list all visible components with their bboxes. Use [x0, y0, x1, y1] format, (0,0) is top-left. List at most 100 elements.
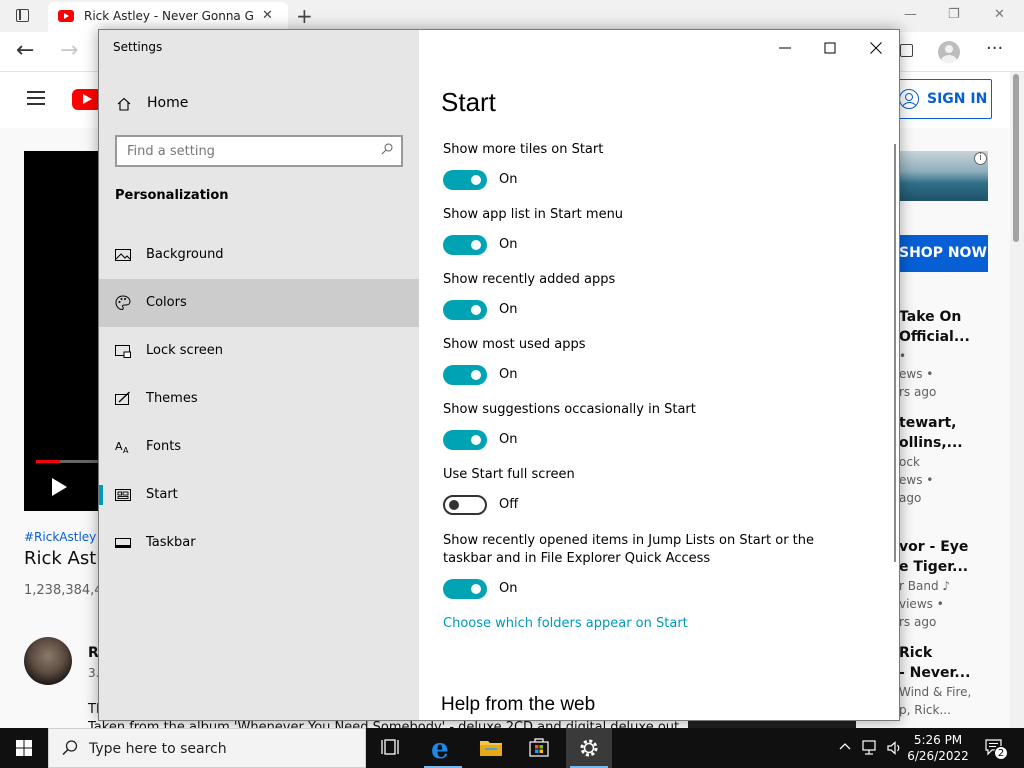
themes-icon — [115, 391, 130, 405]
toggle-switch[interactable] — [443, 430, 487, 450]
network-icon[interactable] — [862, 740, 880, 756]
nav-item-colors[interactable]: Colors — [99, 279, 419, 327]
clock-time[interactable]: 5:26 PM — [906, 733, 970, 747]
browser-restore-button[interactable]: ❐ — [948, 7, 960, 22]
edge-taskbar-button[interactable]: e — [420, 728, 466, 768]
start-button[interactable] — [0, 728, 48, 768]
youtube-favicon-icon — [58, 10, 74, 22]
recommendation-thumbnail[interactable] — [688, 720, 856, 728]
nav-item-background[interactable]: Background — [99, 231, 419, 279]
nav-item-lock-screen[interactable]: Lock screen — [99, 327, 419, 375]
setting-recently-added: Show recently added apps On — [443, 271, 883, 324]
toggle-switch[interactable] — [443, 170, 487, 190]
toggle-switch[interactable] — [443, 365, 487, 385]
nav-item-fonts[interactable]: A A Fonts — [99, 423, 419, 471]
nav-item-start[interactable]: Start — [99, 471, 419, 519]
search-icon — [62, 740, 78, 756]
search-input[interactable] — [117, 137, 367, 165]
recommendation-item[interactable]: Take On Official... • ews • rs ago — [899, 307, 999, 401]
toggle-switch[interactable] — [443, 300, 487, 320]
page-scrollbar-thumb[interactable] — [1013, 74, 1019, 242]
settings-search-box[interactable] — [115, 135, 403, 167]
setting-most-used: Show most used apps On — [443, 336, 883, 389]
edge-icon: e — [431, 732, 449, 765]
ad-info-icon[interactable]: i — [974, 152, 987, 165]
file-explorer-button[interactable] — [468, 728, 514, 768]
close-tab-icon[interactable]: ✕ — [262, 8, 273, 23]
setting-show-more-tiles: Show more tiles on Start On — [443, 141, 883, 194]
browser-close-button[interactable]: ✕ — [994, 7, 1005, 22]
sign-in-button[interactable]: SIGN IN — [888, 79, 992, 119]
setting-jump-lists: Show recently opened items in Jump Lists… — [443, 532, 863, 603]
taskbar-search-box[interactable]: Type here to search — [48, 728, 366, 768]
choose-folders-link[interactable]: Choose which folders appear on Start — [443, 616, 688, 631]
recommendation-item[interactable]: Rick - Never... Wind & Fire, p, Rick... — [899, 643, 999, 719]
speaker-icon[interactable] — [886, 740, 904, 756]
store-button[interactable] — [516, 728, 562, 768]
setting-suggestions: Show suggestions occasionally in Start O… — [443, 401, 883, 454]
shop-now-button[interactable]: SHOP NOW — [899, 235, 988, 272]
clock-date[interactable]: 6/26/2022 — [906, 749, 970, 763]
fonts-icon: A A — [115, 440, 129, 455]
page-title: Start — [441, 87, 496, 117]
maximize-icon[interactable] — [820, 38, 840, 58]
browser-tab[interactable]: Rick Astley - Never Gonna Give You Up ✕ — [48, 2, 288, 32]
folder-icon — [480, 741, 502, 756]
help-heading: Help from the web — [441, 694, 596, 715]
close-icon[interactable] — [866, 38, 886, 58]
window-title: Settings — [113, 40, 163, 54]
picture-icon — [115, 249, 131, 261]
browser-tab-bar: Rick Astley - Never Gonna Give You Up ✕ … — [0, 0, 1024, 32]
settings-window: Settings Home Personalization Background — [98, 29, 900, 721]
lock-screen-icon — [115, 345, 131, 358]
tab-actions-icon[interactable] — [10, 6, 34, 26]
profile-avatar[interactable] — [938, 41, 960, 63]
settings-taskbar-button[interactable] — [566, 728, 612, 768]
home-icon — [117, 97, 131, 111]
toggle-switch[interactable] — [443, 235, 487, 255]
search-icon[interactable] — [381, 143, 393, 155]
toggle-switch[interactable] — [443, 495, 487, 515]
start-icon — [115, 489, 131, 501]
settings-sidebar: Settings Home Personalization Background — [99, 30, 419, 720]
section-heading: Personalization — [115, 188, 229, 203]
palette-icon — [115, 295, 131, 311]
windows-logo-icon — [16, 740, 32, 756]
collections-icon[interactable] — [900, 44, 913, 57]
setting-show-app-list: Show app list in Start menu On — [443, 206, 883, 259]
video-progress-bar[interactable] — [36, 460, 104, 463]
home-label: Home — [147, 95, 189, 111]
hamburger-menu-icon[interactable] — [27, 91, 45, 105]
sign-in-label: SIGN IN — [927, 91, 988, 107]
recommendation-item[interactable]: tewart, ollins,... ock ews • ago — [899, 413, 999, 507]
recommendation-item[interactable]: vor - Eye e Tiger... r Band ♪ views • rs… — [899, 537, 999, 631]
settings-content: Start Show more tiles on Start On Show a… — [419, 30, 899, 720]
task-view-icon — [381, 739, 399, 755]
personalization-nav: Background Colors Lock screen Themes A A… — [99, 231, 419, 567]
browser-minimize-button[interactable]: — — [904, 7, 917, 22]
home-nav-item[interactable]: Home — [99, 84, 419, 124]
selected-indicator — [99, 485, 103, 505]
notification-count-badge: 2 — [994, 746, 1008, 760]
toggle-switch[interactable] — [443, 579, 487, 599]
user-circle-icon — [899, 89, 919, 109]
channel-avatar[interactable] — [24, 637, 72, 685]
nav-item-taskbar[interactable]: Taskbar — [99, 519, 419, 567]
more-options-button[interactable]: ··· — [986, 38, 1003, 59]
new-tab-button[interactable]: + — [296, 4, 313, 28]
setting-full-screen: Use Start full screen Off — [443, 466, 883, 519]
gear-icon — [580, 739, 598, 757]
task-view-button[interactable] — [370, 728, 416, 768]
forward-button[interactable]: → — [60, 38, 78, 63]
svg-text:A: A — [115, 440, 123, 453]
browser-tab-title: Rick Astley - Never Gonna Give You Up — [84, 9, 254, 23]
content-scrollbar[interactable] — [894, 144, 896, 562]
back-button[interactable]: ← — [16, 38, 34, 63]
minimize-icon[interactable] — [775, 38, 795, 58]
video-player[interactable] — [24, 151, 104, 511]
play-icon[interactable] — [52, 478, 67, 496]
chevron-up-icon[interactable] — [838, 740, 852, 754]
description-text-line: Taken from the album 'Whenever You Need … — [88, 720, 680, 728]
page-scrollbar[interactable] — [1010, 72, 1024, 728]
nav-item-themes[interactable]: Themes — [99, 375, 419, 423]
